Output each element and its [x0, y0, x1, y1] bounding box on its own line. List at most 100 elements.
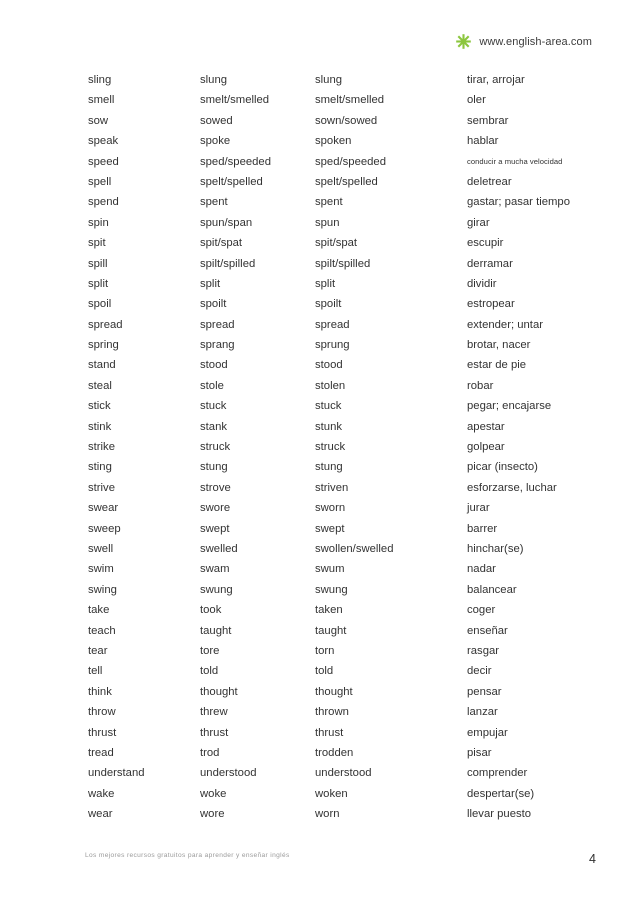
verb-past-participle: stuck: [315, 400, 342, 413]
verb-past-participle: swept: [315, 522, 345, 535]
verb-meaning-es: golpear: [467, 441, 505, 454]
verb-meaning-es: llevar puesto: [467, 808, 532, 821]
verb-infinitive: smell: [88, 94, 115, 107]
verb-meaning-es: decir: [467, 665, 492, 678]
page-number: 4: [589, 852, 596, 866]
verb-meaning-es: rasgar: [467, 644, 500, 657]
verb-meaning-es: extender; untar: [467, 318, 543, 331]
verb-past-simple: spread: [200, 318, 235, 331]
verb-infinitive: spill: [88, 257, 108, 270]
verb-past-simple: strove: [200, 481, 231, 494]
verb-infinitive: spit: [88, 237, 106, 250]
verb-past-simple: woke: [200, 787, 227, 800]
table-row: stand stood stood estar de pie: [88, 355, 608, 375]
verb-past-participle: striven: [315, 481, 349, 494]
verb-past-simple: tore: [200, 644, 220, 657]
verb-infinitive: sweep: [88, 522, 121, 535]
verb-past-participle: torn: [315, 644, 335, 657]
verb-infinitive: think: [88, 685, 112, 698]
verb-infinitive: tell: [88, 665, 103, 678]
table-row: steal stole stolen robar: [88, 376, 608, 396]
table-row: swear swore sworn jurar: [88, 498, 608, 518]
document-page: www.english-area.com sling slung slung tira…: [0, 0, 638, 903]
table-row: understand understood understood comprender: [88, 763, 608, 783]
verb-past-simple: taught: [200, 624, 232, 637]
verb-meaning-es: gastar; pasar tiempo: [467, 196, 570, 209]
verb-past-participle: trodden: [315, 746, 354, 759]
table-row: spring sprang sprung brotar, nacer: [88, 335, 608, 355]
verb-past-participle: thrust: [315, 726, 344, 739]
verb-past-participle: spoken: [315, 135, 352, 148]
verb-meaning-es: dividir: [467, 277, 497, 290]
table-row: spell spelt/spelled spelt/spelled deletrear: [88, 172, 608, 192]
verb-past-simple: spilt/spilled: [200, 257, 256, 270]
verb-infinitive: stink: [88, 420, 112, 433]
verb-past-simple: swam: [200, 563, 230, 576]
verb-meaning-es: tirar, arrojar: [467, 74, 525, 86]
verb-past-participle: taken: [315, 604, 343, 617]
verb-meaning-es: coger: [467, 604, 496, 617]
verb-past-participle: struck: [315, 441, 346, 454]
asterisk-icon: [455, 33, 472, 50]
site-header: www.english-area.com: [455, 33, 592, 50]
verb-past-participle: thrown: [315, 706, 349, 719]
verb-past-participle: taught: [315, 624, 347, 637]
verb-past-participle: spun: [315, 216, 340, 229]
verb-meaning-es: jurar: [467, 502, 490, 515]
table-row: sow sowed sown/sowed sembrar: [88, 111, 608, 131]
verb-infinitive: stick: [88, 400, 111, 413]
verb-meaning-es: escupir: [467, 237, 504, 250]
verb-past-simple: spit/spat: [200, 237, 243, 250]
table-row: sting stung stung picar (insecto): [88, 457, 608, 477]
verb-past-simple: swept: [200, 522, 230, 535]
verb-infinitive: spend: [88, 196, 119, 209]
table-row: wear wore worn llevar puesto: [88, 804, 608, 824]
verb-infinitive: tread: [88, 746, 114, 759]
verb-past-simple: struck: [200, 441, 231, 454]
verb-meaning-es: estropear: [467, 298, 515, 311]
verb-meaning-es: robar: [467, 379, 494, 392]
verb-past-simple: swelled: [200, 542, 238, 555]
verb-infinitive: spell: [88, 175, 112, 188]
verb-meaning-es: estar de pie: [467, 359, 527, 372]
verb-infinitive: throw: [88, 706, 116, 719]
verb-meaning-es: comprender: [467, 767, 528, 780]
verb-meaning-es: lanzar: [467, 706, 498, 719]
verb-infinitive: take: [88, 604, 110, 617]
verb-meaning-es: enseñar: [467, 624, 508, 637]
verb-past-simple: swung: [200, 583, 233, 596]
verb-meaning-es: nadar: [467, 563, 496, 576]
verb-past-participle: understood: [315, 767, 372, 780]
verb-infinitive: wake: [88, 787, 115, 800]
verb-past-participle: spoilt: [315, 298, 342, 311]
verb-meaning-es: derramar: [467, 257, 513, 270]
verb-past-participle: sprung: [315, 339, 350, 352]
verb-past-simple: trod: [200, 746, 220, 759]
verb-past-simple: stuck: [200, 400, 227, 413]
verb-past-simple: spoilt: [200, 298, 227, 311]
verb-past-participle: thought: [315, 685, 353, 698]
verb-past-simple: thought: [200, 685, 238, 698]
verb-infinitive: split: [88, 277, 109, 290]
table-row: tread trod trodden pisar: [88, 743, 608, 763]
verb-past-participle: worn: [315, 808, 340, 821]
verb-past-participle: swung: [315, 583, 348, 596]
irregular-verbs-table: sling slung slung tirar, arrojar smell smelt/…: [88, 70, 608, 824]
verb-past-simple: sowed: [200, 114, 233, 127]
table-row: swing swung swung balancear: [88, 580, 608, 600]
verb-infinitive: swell: [88, 542, 114, 555]
verb-past-participle: smelt/smelled: [315, 94, 385, 107]
verb-meaning-es: oler: [467, 94, 486, 107]
verb-meaning-es: deletrear: [467, 175, 512, 188]
verb-infinitive: spring: [88, 339, 119, 352]
verb-meaning-es: pisar: [467, 746, 492, 759]
verb-past-simple: stung: [200, 461, 228, 474]
verb-infinitive: sting: [88, 461, 112, 474]
verb-past-participle: swollen/swelled: [315, 542, 394, 555]
verb-past-simple: stood: [200, 359, 228, 372]
verb-past-simple: split: [200, 277, 221, 290]
verb-infinitive: wear: [88, 808, 113, 821]
verb-past-simple: sprang: [200, 339, 235, 352]
table-row: split split split dividir: [88, 274, 608, 294]
verb-meaning-es: brotar, nacer: [467, 339, 531, 352]
